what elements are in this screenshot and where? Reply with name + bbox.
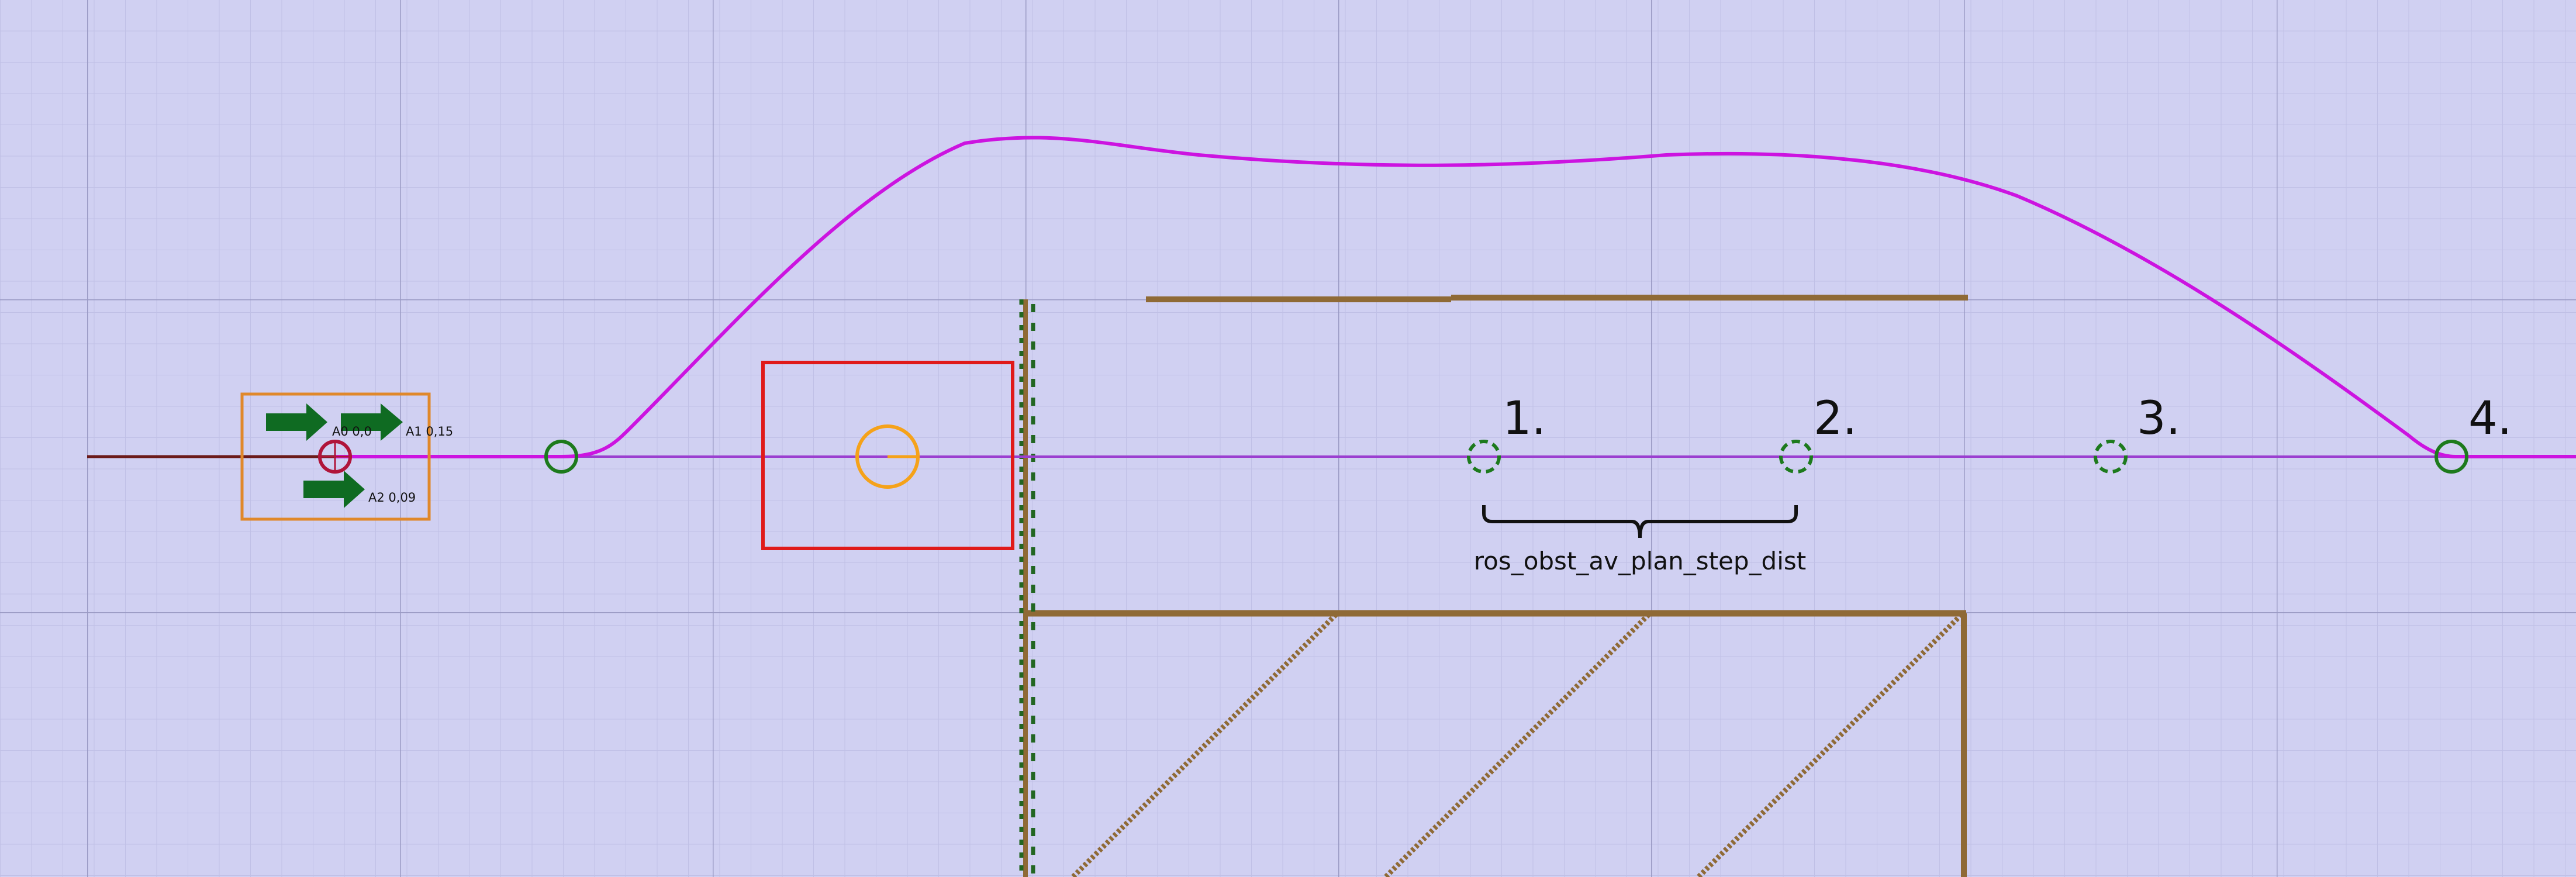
crosshair-circle-icon [318, 440, 352, 474]
navigation-scene: A0 0,0 A1 0,15 A2 0,09 1. 2. 3. 4. ros_o… [0, 0, 2576, 877]
arrow-label-a0: A0 0,0 [332, 424, 372, 438]
plan-step-label-3: 3. [2137, 392, 2180, 445]
arrow-label-a2: A2 0,09 [368, 491, 416, 505]
grid-major [0, 0, 2576, 877]
plan-step-label-4: 4. [2468, 392, 2512, 445]
plan-step-label-1: 1. [1503, 392, 1546, 445]
arrow-label-a1: A1 0,15 [406, 424, 453, 438]
plan-step-label-2: 2. [1814, 392, 1857, 445]
parameter-label: ros_obst_av_plan_step_dist [1474, 547, 1806, 575]
